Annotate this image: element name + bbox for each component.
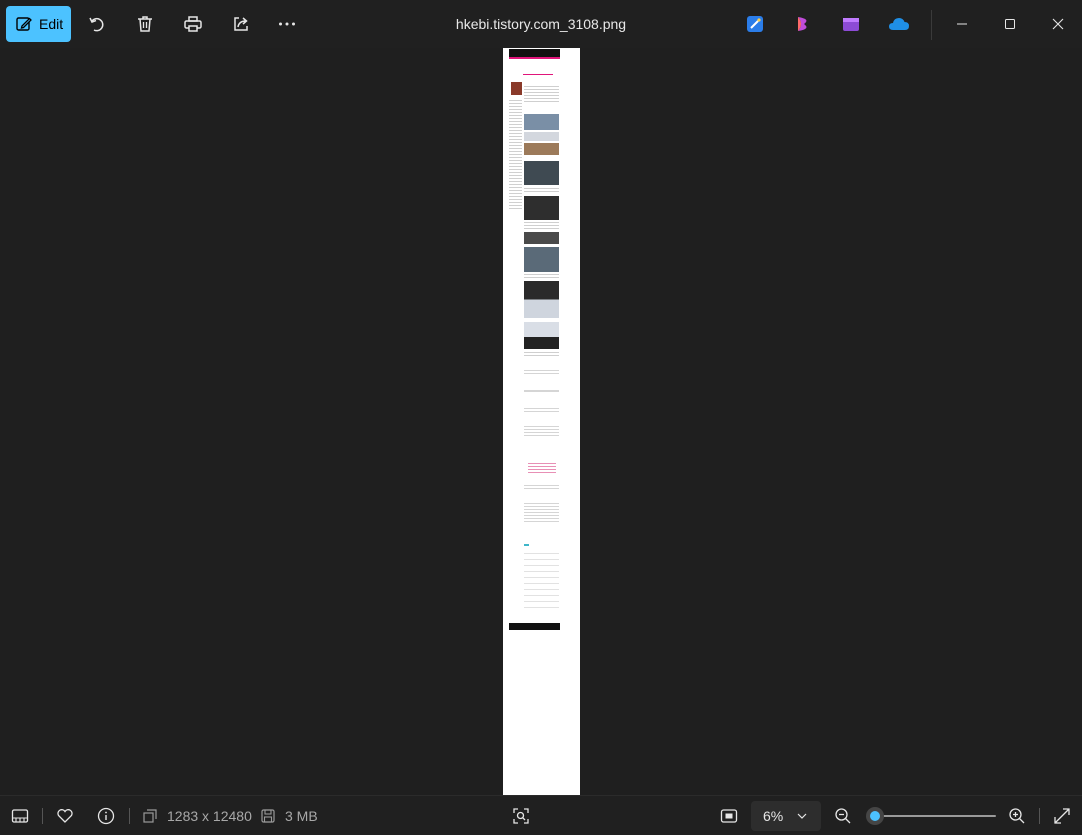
designer-icon	[746, 15, 764, 33]
favorite-button[interactable]	[53, 804, 77, 828]
print-button[interactable]	[175, 6, 211, 42]
top-toolbar: Edit hkebi.tistory.com_3108.png	[0, 0, 1082, 48]
file-info-button[interactable]	[94, 804, 118, 828]
delete-icon	[135, 14, 155, 34]
zoom-in-button[interactable]	[1005, 804, 1029, 828]
share-button[interactable]	[223, 6, 259, 42]
full-screen-button[interactable]	[1050, 804, 1074, 828]
maximize-button[interactable]	[988, 6, 1032, 42]
filmstrip-button[interactable]	[8, 804, 32, 828]
zoom-slider-track	[874, 815, 996, 817]
zoom-in-icon	[1008, 807, 1026, 825]
preview-footer	[509, 623, 560, 630]
onedrive-app-button[interactable]	[888, 13, 910, 35]
video-editor-app-button[interactable]	[840, 13, 862, 35]
maximize-icon	[1004, 18, 1016, 30]
more-icon	[277, 14, 297, 34]
filmstrip-icon	[11, 808, 29, 824]
onedrive-icon	[888, 16, 910, 32]
file-size-icon	[256, 804, 280, 828]
image-preview[interactable]	[503, 48, 580, 795]
close-button[interactable]	[1036, 6, 1080, 42]
close-icon	[1052, 18, 1064, 30]
zoom-out-button[interactable]	[831, 804, 855, 828]
rotate-icon	[87, 14, 107, 34]
expand-icon	[1053, 807, 1071, 825]
print-icon	[183, 14, 203, 34]
image-dimensions: 1283 x 12480	[167, 808, 252, 824]
toolbar-divider	[931, 10, 932, 40]
visual-search-button[interactable]	[509, 804, 533, 828]
edit-label: Edit	[39, 16, 64, 32]
zoom-value: 6%	[763, 808, 784, 824]
zoom-slider[interactable]	[866, 806, 1000, 826]
rotate-button[interactable]	[79, 6, 115, 42]
file-title: hkebi.tistory.com_3108.png	[455, 16, 627, 32]
clipchamp-app-button[interactable]	[793, 13, 815, 35]
preview-avatar	[511, 82, 522, 95]
minimize-button[interactable]	[940, 6, 984, 42]
fit-to-window-button[interactable]	[717, 804, 741, 828]
bottom-status-bar: 1283 x 12480 3 MB 6%	[0, 795, 1082, 835]
info-icon	[97, 807, 115, 825]
photos-app-window: Edit hkebi.tistory.com_3108.png 1283 x 1…	[0, 0, 1082, 835]
minimize-icon	[956, 18, 968, 30]
dimensions-icon	[138, 804, 162, 828]
chevron-down-icon	[796, 810, 808, 822]
edit-button[interactable]: Edit	[6, 6, 71, 42]
edit-icon	[15, 15, 33, 33]
designer-app-button[interactable]	[744, 13, 766, 35]
video-editor-icon	[842, 15, 860, 33]
preview-header	[509, 49, 560, 57]
zoom-dropdown[interactable]: 6%	[751, 801, 821, 831]
image-canvas[interactable]	[0, 48, 1082, 795]
zoom-out-icon	[834, 807, 852, 825]
share-icon	[231, 14, 251, 34]
zoom-slider-thumb[interactable]	[866, 807, 885, 825]
delete-button[interactable]	[127, 6, 163, 42]
preview-accent-bar	[509, 57, 560, 59]
file-size: 3 MB	[285, 808, 318, 824]
heart-icon	[56, 808, 74, 824]
clipchamp-icon	[795, 15, 813, 33]
visual-search-icon	[512, 807, 530, 825]
fit-to-window-icon	[720, 808, 738, 824]
more-options-button[interactable]	[269, 6, 305, 42]
